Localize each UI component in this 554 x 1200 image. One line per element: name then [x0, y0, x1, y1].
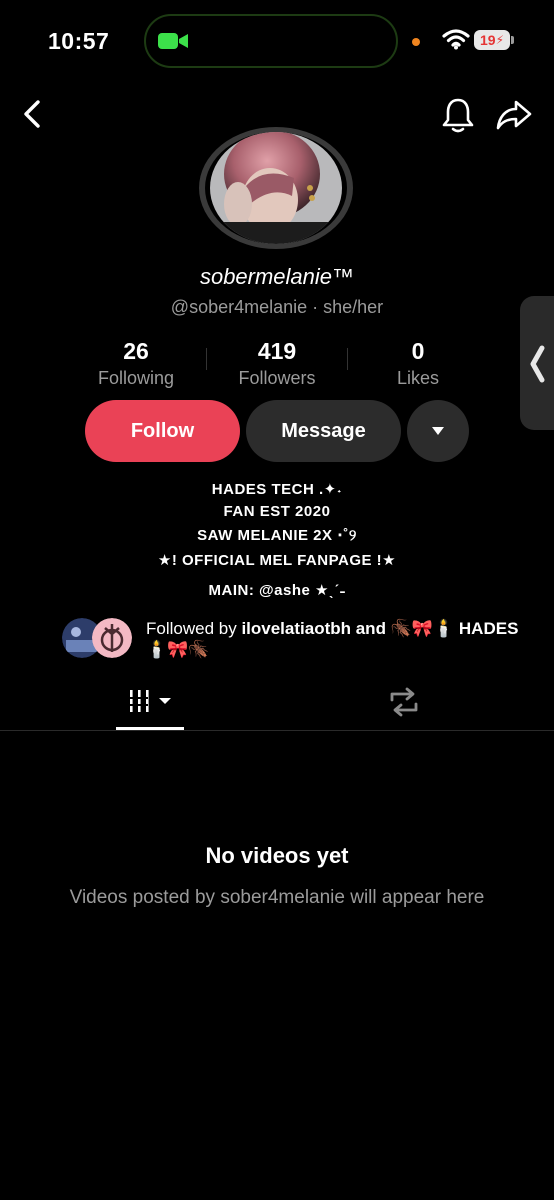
suggested-accounts-button[interactable]	[407, 400, 469, 462]
repost-icon[interactable]	[386, 686, 422, 718]
stat-likes[interactable]: 0 Likes	[348, 338, 488, 389]
likes-label: Likes	[396, 368, 440, 388]
empty-state-subtitle: Videos posted by sober4melanie will appe…	[69, 887, 485, 908]
bio-line: ★! OFFICIAL MEL FANPAGE !★	[157, 552, 397, 569]
video-camera-icon	[158, 33, 188, 49]
display-name: sobermelanie™	[199, 264, 355, 289]
battery-indicator: 19 ⚡	[474, 30, 510, 50]
battery-level: 19	[479, 32, 496, 48]
bio-line: HADES TECH .✦˖	[211, 481, 343, 498]
following-label: Following	[97, 368, 175, 388]
empty-state-title: No videos yet	[205, 843, 349, 868]
stat-followers[interactable]: 419 Followers	[207, 338, 347, 389]
wifi-icon	[442, 29, 470, 50]
following-count: 26	[123, 338, 149, 364]
stat-following[interactable]: 26 Following	[66, 338, 206, 389]
bio-line: MAIN: @ashe ★ˎˊ˗	[208, 582, 346, 599]
videos-grid-tab[interactable]	[116, 684, 184, 730]
privacy-indicator-dot	[412, 38, 420, 46]
bio-line: SAW MELANIE 2X ⋅˚୨	[197, 527, 357, 544]
followed-by-prefix: Followed by	[146, 619, 242, 638]
follow-button[interactable]: Follow	[85, 400, 240, 462]
back-icon[interactable]	[18, 98, 46, 130]
chevron-left-icon	[530, 345, 545, 383]
profile-avatar[interactable]	[198, 126, 354, 250]
battery-cap	[511, 36, 514, 44]
username-pronouns: @sober4melanie · she/her	[170, 297, 384, 317]
tab-bar-divider	[0, 730, 554, 731]
followed-by-text[interactable]: Followed by ilovelatiaotbh and 🪳🎀🕯️ HADE…	[146, 618, 526, 660]
status-time: 10:57	[48, 28, 110, 54]
mutual-follower-avatar[interactable]	[92, 618, 132, 658]
followers-label: Followers	[238, 368, 316, 388]
followers-count: 419	[257, 338, 297, 364]
caret-down-icon	[432, 427, 444, 435]
share-icon[interactable]	[494, 96, 534, 132]
bio-line: FAN EST 2020	[223, 503, 331, 520]
likes-count: 0	[411, 338, 425, 364]
bell-icon[interactable]	[440, 96, 476, 134]
message-button[interactable]: Message	[246, 400, 401, 462]
charging-bolt-icon: ⚡	[495, 33, 504, 47]
